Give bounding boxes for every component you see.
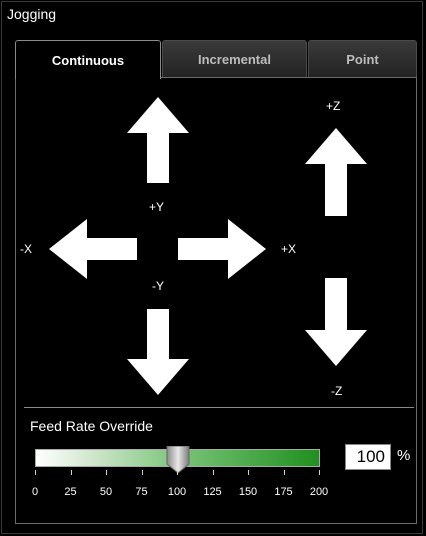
slider-tick [177, 470, 178, 475]
slider-tick [212, 470, 214, 475]
slider-tick-label: 25 [64, 486, 77, 498]
section-divider [24, 407, 414, 408]
tab-incremental[interactable]: Incremental [162, 40, 307, 78]
feed-rate-override-title: Feed Rate Override [30, 418, 153, 434]
arrow-down-icon [305, 278, 367, 366]
arrow-up-icon [127, 97, 189, 183]
slider-tick [141, 470, 143, 475]
arrow-right-icon [178, 219, 266, 279]
slider-tick-label: 75 [135, 486, 148, 498]
jog-minus-z-button[interactable] [305, 278, 367, 366]
slider-tick-label: 50 [99, 486, 113, 498]
slider-tick-label: 100 [167, 486, 187, 498]
label-plus-y: +Y [149, 200, 165, 214]
jog-plus-z-button[interactable] [305, 128, 367, 216]
slider-tick-label: 150 [238, 486, 258, 498]
slider-tick [319, 470, 320, 475]
label-minus-y: -Y [152, 279, 164, 293]
jog-plus-x-button[interactable] [178, 219, 266, 279]
arrow-up-icon [305, 128, 367, 216]
slider-tick [35, 470, 36, 475]
slider-tick [70, 470, 72, 475]
slider-ticks [35, 470, 320, 476]
slider-tick-label: 125 [203, 486, 222, 498]
tab-point[interactable]: Point [308, 40, 417, 78]
slider-tick-label: 175 [274, 486, 293, 498]
slider-tick [106, 470, 107, 475]
slider-tick-label: 200 [309, 486, 329, 498]
label-plus-z: +Z [326, 99, 341, 113]
jog-minus-x-button[interactable] [49, 219, 137, 279]
feed-rate-value-input[interactable]: 100 [345, 444, 391, 470]
jog-plus-y-button[interactable] [127, 97, 189, 183]
slider-tick [283, 470, 285, 475]
panel-title: Jogging [7, 6, 57, 22]
feed-rate-unit: % [397, 447, 411, 464]
label-minus-z: -Z [331, 384, 343, 398]
arrow-down-icon [127, 309, 189, 395]
label-plus-x: +X [281, 242, 297, 256]
arrow-left-icon [49, 219, 137, 279]
jog-minus-y-button[interactable] [127, 309, 189, 395]
label-minus-x: -X [20, 242, 32, 256]
tab-continuous[interactable]: Continuous [15, 40, 161, 79]
slider-tick [248, 470, 249, 475]
tab-bar: Continuous Incremental Point [15, 40, 417, 79]
slider-tick-label: 0 [31, 486, 39, 498]
